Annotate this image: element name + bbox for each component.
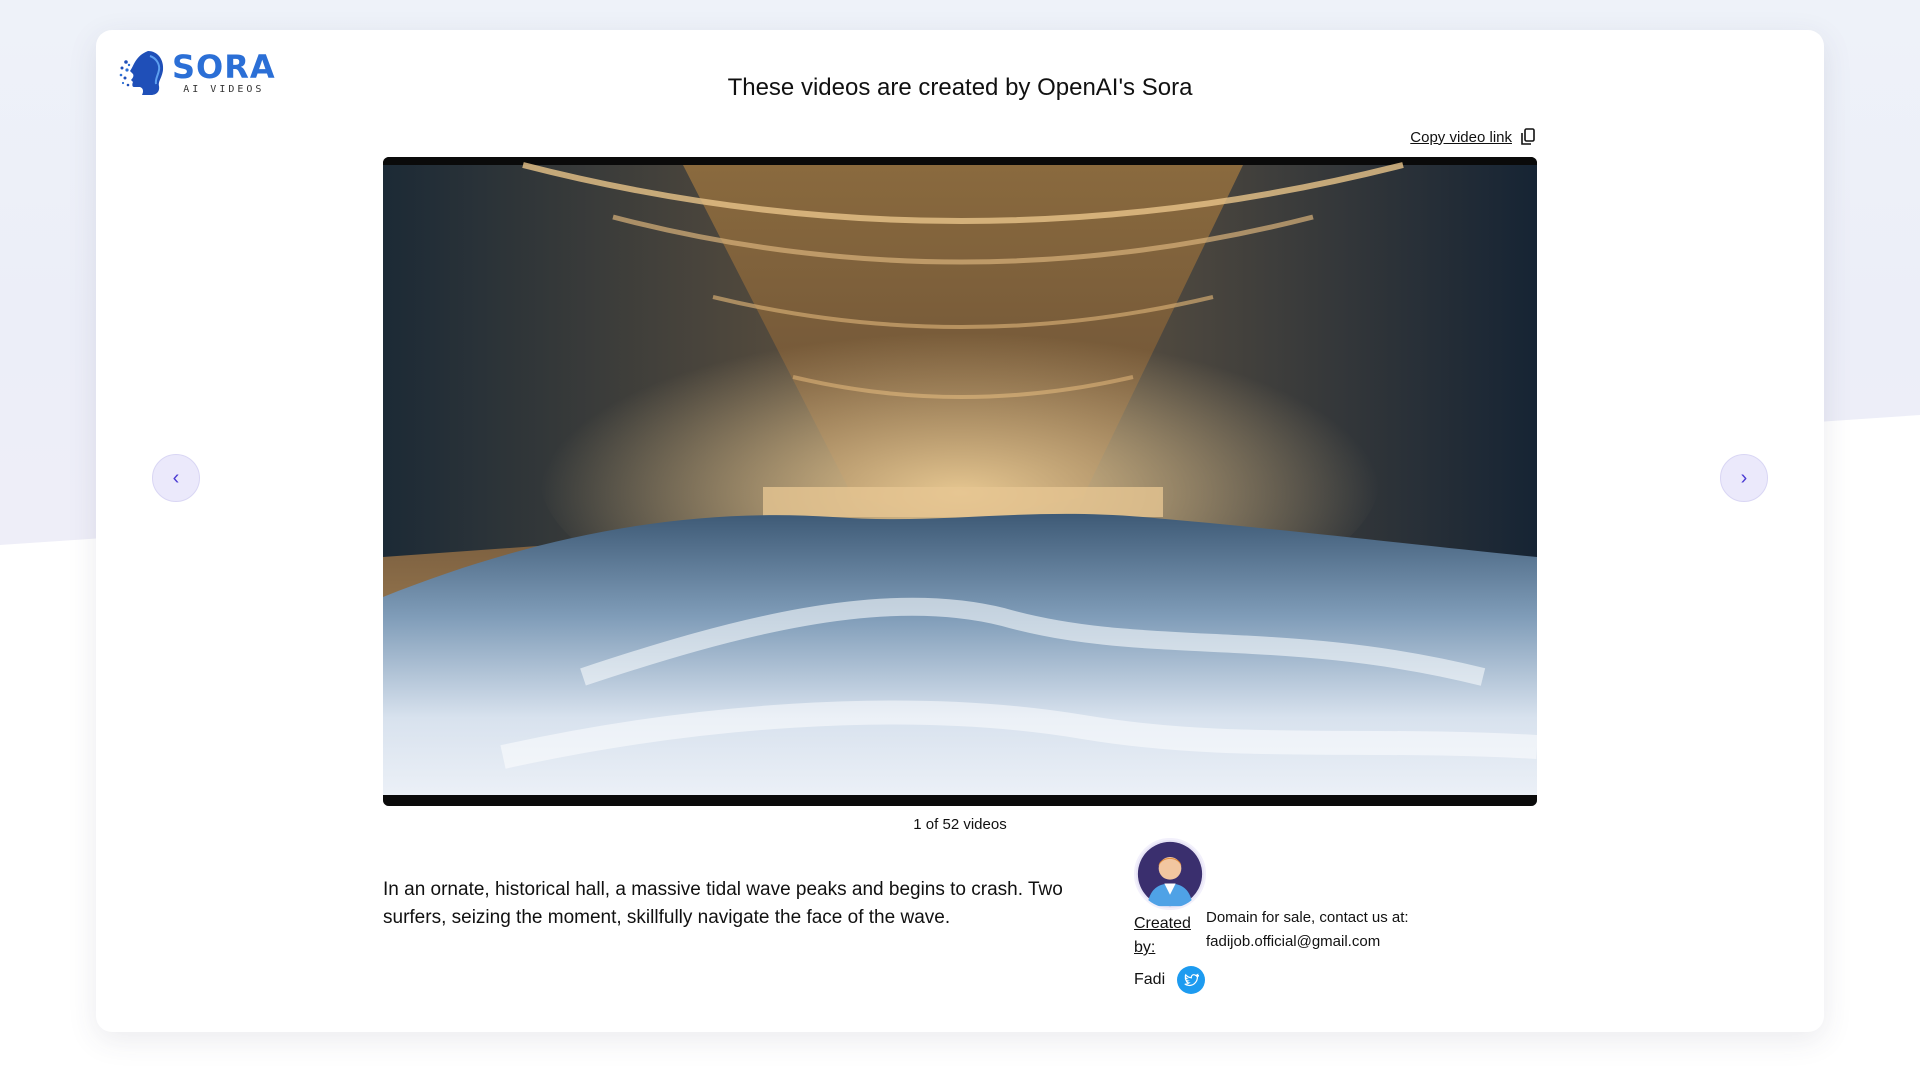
creator-avatar <box>1134 838 1206 910</box>
video-frame <box>383 157 1537 806</box>
copy-video-link-label: Copy video link <box>1410 128 1512 146</box>
person-avatar-icon <box>1137 841 1203 907</box>
video-description: In an ornate, historical hall, a massive… <box>383 879 1063 928</box>
contact-email[interactable]: fadijob.official@gmail.com <box>1206 930 1466 954</box>
domain-sale-notice: Domain for sale, contact us at: fadijob.… <box>1206 906 1466 954</box>
video-counter: 1 of 52 videos <box>913 816 1007 833</box>
creator-name: Fadi <box>1134 971 1166 988</box>
domain-sale-text: Domain for sale, contact us at: <box>1206 909 1409 926</box>
page-title: These videos are created by OpenAI's Sor… <box>727 74 1193 101</box>
video-player[interactable] <box>383 157 1537 806</box>
previous-video-button[interactable]: ‹ <box>152 454 200 502</box>
creator-block: Created by: Fadi <box>1134 838 1214 994</box>
created-by-link[interactable]: Created by: <box>1134 912 1204 960</box>
copy-icon <box>1521 128 1535 145</box>
chevron-left-icon: ‹ <box>172 466 180 489</box>
chevron-right-icon: › <box>1740 466 1748 489</box>
twitter-icon <box>1184 973 1200 987</box>
main-card: SORA AI VIDEOS These videos are created … <box>96 30 1824 1032</box>
copy-video-link-button[interactable]: Copy video link <box>1410 128 1536 146</box>
twitter-button[interactable] <box>1177 966 1206 994</box>
next-video-button[interactable]: › <box>1720 454 1768 502</box>
